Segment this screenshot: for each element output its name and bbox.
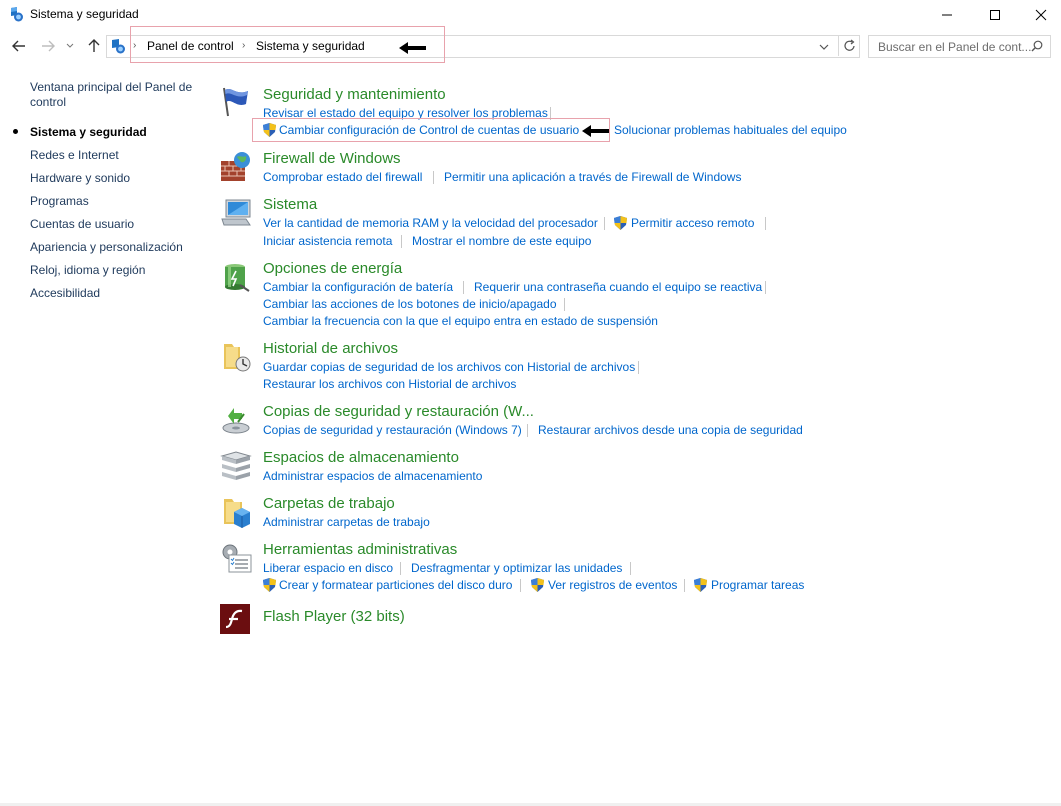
minimize-icon	[942, 14, 952, 16]
link-separator	[433, 171, 434, 184]
close-icon	[1035, 9, 1047, 21]
sidebar-item-programas[interactable]: Programas	[30, 194, 89, 208]
recent-locations-button[interactable]	[63, 36, 77, 56]
link-separator	[400, 562, 401, 575]
search-placeholder: Buscar en el Panel de cont...	[878, 40, 1032, 54]
category-carpetas-title[interactable]: Carpetas de trabajo	[263, 495, 395, 512]
flag-icon	[220, 86, 252, 118]
file-history-icon	[220, 341, 252, 373]
link-liberar-espacio[interactable]: Liberar espacio en disco	[263, 561, 393, 575]
category-flash-title[interactable]: Flash Player (32 bits)	[263, 608, 405, 625]
battery-icon	[220, 261, 252, 293]
link-administrar-carpetas[interactable]: Administrar carpetas de trabajo	[263, 515, 430, 529]
link-ver-memoria[interactable]: Ver la cantidad de memoria RAM y la velo…	[263, 216, 598, 230]
category-historial-title[interactable]: Historial de archivos	[263, 340, 398, 357]
flash-player-icon	[220, 604, 250, 634]
link-ver-registros[interactable]: Ver registros de eventos	[548, 578, 677, 592]
link-separator	[463, 281, 464, 294]
category-herramientas-title[interactable]: Herramientas administrativas	[263, 541, 457, 558]
link-separator	[564, 298, 565, 311]
computer-icon	[220, 197, 252, 229]
active-bullet-icon	[13, 129, 18, 134]
back-arrow-icon	[12, 40, 25, 52]
maximize-button[interactable]	[972, 0, 1018, 30]
link-crear-particiones[interactable]: Crear y formatear particiones del disco …	[279, 578, 512, 592]
sidebar-item-hardware[interactable]: Hardware y sonido	[30, 171, 130, 185]
sidebar-item-apariencia[interactable]: Apariencia y personalización	[30, 240, 183, 254]
window-title: Sistema y seguridad	[30, 7, 139, 21]
sidebar-item-sistema-y-seguridad[interactable]: Sistema y seguridad	[30, 125, 147, 139]
link-separator	[527, 424, 528, 437]
search-icon	[1031, 40, 1043, 55]
control-panel-icon	[8, 6, 24, 22]
link-solucionar-problemas[interactable]: Solucionar problemas habituales del equi…	[614, 123, 847, 137]
close-button[interactable]	[1018, 0, 1061, 30]
link-separator	[638, 361, 639, 374]
link-desfragmentar[interactable]: Desfragmentar y optimizar las unidades	[411, 561, 622, 575]
category-espacios-title[interactable]: Espacios de almacenamiento	[263, 449, 459, 466]
link-guardar-copias[interactable]: Guardar copias de seguridad de los archi…	[263, 360, 635, 374]
link-separator	[604, 217, 605, 230]
back-button[interactable]	[9, 36, 29, 56]
maximize-icon	[990, 10, 1000, 20]
uac-shield-icon	[694, 578, 707, 595]
link-requerir-contrasena[interactable]: Requerir una contraseña cuando el equipo…	[474, 280, 762, 294]
category-seguridad-title[interactable]: Seguridad y mantenimiento	[263, 86, 446, 103]
link-separator	[520, 579, 521, 592]
link-acciones-botones[interactable]: Cambiar las acciones de los botones de i…	[263, 297, 557, 311]
link-mostrar-nombre[interactable]: Mostrar el nombre de este equipo	[412, 234, 591, 248]
sidebar-home-line2: control	[30, 95, 67, 109]
category-copias-title[interactable]: Copias de seguridad y restauración (W...	[263, 403, 534, 420]
link-administrar-espacios[interactable]: Administrar espacios de almacenamiento	[263, 469, 482, 483]
forward-arrow-icon	[42, 40, 55, 52]
minimize-button[interactable]	[924, 0, 970, 30]
annotation-box-uac	[252, 118, 610, 142]
link-comprobar-firewall[interactable]: Comprobar estado del firewall	[263, 170, 422, 184]
sidebar-item-accesibilidad[interactable]: Accesibilidad	[30, 286, 100, 300]
chevron-down-icon	[819, 44, 829, 50]
link-restaurar-copia[interactable]: Restaurar archivos desde una copia de se…	[538, 423, 803, 437]
link-configuracion-bateria[interactable]: Cambiar la configuración de batería	[263, 280, 453, 294]
sidebar-item-reloj[interactable]: Reloj, idioma y región	[30, 263, 145, 277]
link-permitir-acceso-remoto[interactable]: Permitir acceso remoto	[631, 216, 754, 230]
chevron-down-icon	[66, 43, 74, 48]
link-frecuencia-suspension[interactable]: Cambiar la frecuencia con la que el equi…	[263, 314, 658, 328]
admin-tools-icon	[220, 542, 252, 574]
firewall-icon	[220, 151, 252, 183]
storage-spaces-icon	[220, 450, 252, 482]
refresh-button[interactable]	[838, 36, 857, 56]
sidebar-item-redes[interactable]: Redes e Internet	[30, 148, 119, 162]
category-firewall-title[interactable]: Firewall de Windows	[263, 150, 401, 167]
address-dropdown-button[interactable]	[819, 40, 829, 54]
sidebar-home-link[interactable]: Ventana principal del Panel de control	[30, 80, 192, 110]
up-arrow-icon	[88, 39, 100, 52]
work-folders-icon	[220, 496, 252, 528]
refresh-icon	[844, 39, 855, 51]
uac-shield-icon	[614, 216, 627, 233]
category-energia-title[interactable]: Opciones de energía	[263, 260, 402, 277]
link-restaurar-historial[interactable]: Restaurar los archivos con Historial de …	[263, 377, 516, 391]
uac-shield-icon	[531, 578, 544, 595]
link-separator	[630, 562, 631, 575]
link-permitir-aplicacion[interactable]: Permitir una aplicación a través de Fire…	[444, 170, 741, 184]
address-control-panel-icon	[110, 38, 126, 54]
link-programar-tareas[interactable]: Programar tareas	[711, 578, 804, 592]
annotation-box-breadcrumb	[130, 26, 445, 63]
up-button[interactable]	[84, 36, 104, 56]
link-separator	[765, 281, 766, 294]
category-sistema-title[interactable]: Sistema	[263, 196, 317, 213]
backup-restore-icon	[220, 404, 252, 436]
sidebar-home-line1: Ventana principal del Panel de	[30, 80, 193, 94]
forward-button[interactable]	[38, 36, 58, 56]
uac-shield-icon	[263, 578, 276, 595]
link-asistencia-remota[interactable]: Iniciar asistencia remota	[263, 234, 392, 248]
link-separator	[401, 235, 402, 248]
link-separator	[765, 217, 766, 230]
sidebar-item-cuentas[interactable]: Cuentas de usuario	[30, 217, 134, 231]
link-copias-windows7[interactable]: Copias de seguridad y restauración (Wind…	[263, 423, 522, 437]
link-separator	[684, 579, 685, 592]
